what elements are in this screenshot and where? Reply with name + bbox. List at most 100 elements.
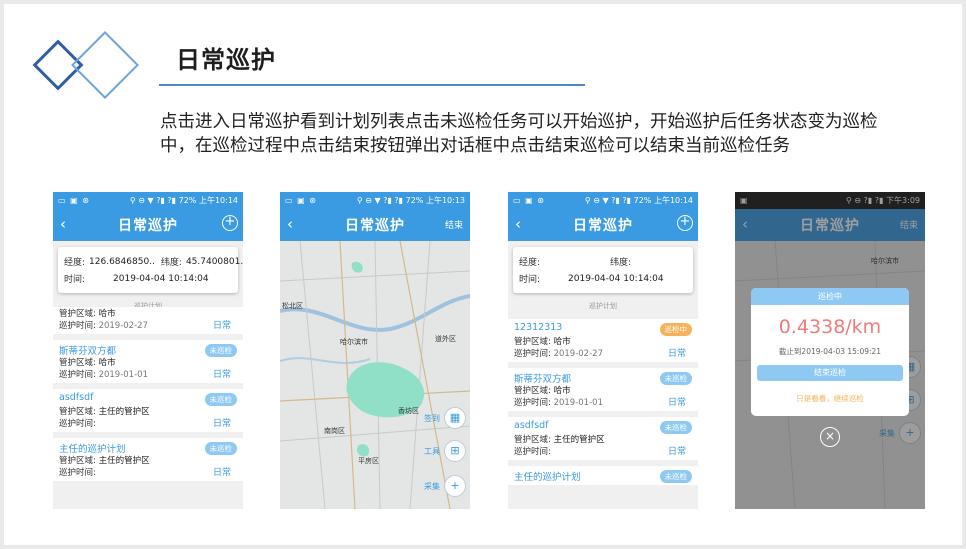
time-value: 2019-02-27 (98, 321, 148, 331)
location-info-card: 经度: 纬度: 时间: 2019-04-04 10:14:04 (513, 247, 693, 293)
plan-type: 日常 (212, 321, 231, 331)
map-label: 松北区 (282, 301, 303, 310)
time-row: 时间: 2019-04-04 10:14:04 (519, 270, 687, 287)
patrol-dialog: 巡检中 0.4338/km 截止到2019-04-03 15:09:21 结束巡… (751, 288, 909, 416)
status-badge: 未巡检 (204, 393, 237, 406)
description-text: 点击进入日常巡护看到计划列表点击未巡检任务可以开始巡护，开始巡护后任务状态变为巡… (160, 112, 878, 156)
lat-value: 45.7400801.. (185, 256, 243, 267)
plan-card[interactable]: 12312313 巡检中 管护区域: 哈市 巡护时间: 2019-02-27 日… (508, 319, 698, 362)
calendar-icon[interactable]: ▦ (444, 407, 466, 429)
area-value: 哈市 (98, 309, 116, 319)
plan-type: 日常 (667, 349, 686, 359)
map-view[interactable]: 松北区 哈尔滨市 道外区 香坊区 南岗区 平房区 签到 ▦ 工具 ⊞ 采集 + (280, 241, 470, 509)
area-value: 哈市 (98, 358, 116, 368)
app-title: 日常巡护 (573, 218, 633, 234)
back-arrow-icon[interactable]: ‹ (287, 215, 293, 233)
status-bar: ▭ ▣ ⊛ ⚲ ⊖ ▼ ?▮ ?▮ 72% 上午10:14 (53, 192, 243, 209)
time-label: 时间: (64, 275, 86, 285)
dialog-title: 巡检中 (751, 288, 909, 305)
time-value: 2019-01-01 (553, 398, 603, 408)
status-bar: ▭ ▣ ⊛ ⚲ ⊖ ▼ ?▮ ?▮ 72% 上午10:14 (508, 192, 698, 209)
lat-label: 纬度: (160, 258, 182, 268)
time-label: 巡护时间: (59, 419, 96, 429)
area-label: 管护区域: (59, 358, 96, 368)
status-icons-right: ⚲ ⊖ ▼ ?▮ ?▮ 72% 上午10:14 (584, 196, 693, 205)
plan-card[interactable]: 斯蒂芬双方都 未巡检 管护区域: 哈市 巡护时间: 2019-01-01 日常 (508, 368, 698, 411)
phone-screen-plan-list: ▭ ▣ ⊛ ⚲ ⊖ ▼ ?▮ ?▮ 72% 上午10:14 ‹ 日常巡护 + 经… (53, 192, 243, 509)
decor-diamond-light (71, 31, 139, 99)
status-badge: 未巡检 (659, 470, 692, 483)
end-patrol-button[interactable]: 结束巡检 (757, 365, 903, 381)
plan-type: 日常 (212, 370, 231, 380)
plan-type: 日常 (212, 468, 231, 478)
time-value: 2019-04-04 10:14:04 (113, 273, 209, 284)
status-badge: 未巡检 (204, 344, 237, 357)
continue-patrol-link[interactable]: 只是看看，继续巡检 (751, 393, 909, 404)
time-label: 巡护时间: (59, 370, 96, 380)
time-label: 时间: (519, 275, 541, 285)
tool-label: 工具 (424, 447, 440, 456)
until-time: 截止到2019-04-03 15:09:21 (778, 347, 882, 356)
app-title: 日常巡护 (345, 218, 405, 234)
area-value: 主任的管护区 (553, 435, 605, 445)
status-badge: 未巡检 (659, 421, 692, 434)
area-label: 管护区域: (59, 456, 96, 466)
close-icon[interactable]: × (820, 427, 840, 447)
time-label: 巡护时间: (514, 447, 551, 457)
map-label: 南岗区 (324, 426, 345, 435)
area-label: 管护区域: (514, 337, 551, 347)
lat-label: 纬度: (610, 258, 632, 268)
plan-card[interactable]: 管护区域: 哈市 巡护时间: 2019-02-27 日常 (53, 307, 243, 334)
status-badge: 未巡检 (204, 442, 237, 455)
coords-row: 经度: 纬度: (519, 253, 687, 270)
sign-in-label: 签到 (424, 414, 440, 423)
plan-card[interactable]: 主任的巡护计划 未巡检 (508, 466, 698, 485)
add-plus-icon[interactable]: + (677, 215, 693, 231)
plan-list-header: 巡护计划 (589, 302, 617, 310)
time-label: 巡护时间: (514, 349, 551, 359)
time-value: 2019-01-01 (98, 370, 148, 380)
add-plus-icon[interactable]: + (222, 215, 238, 231)
plan-card[interactable]: 斯蒂芬双方都 未巡检 管护区域: 哈市 巡护时间: 2019-01-01 日常 (53, 340, 243, 383)
back-arrow-icon[interactable]: ‹ (515, 215, 521, 233)
app-bar: ‹ 日常巡护 结束 (280, 209, 470, 241)
lon-label: 经度: (519, 258, 541, 268)
time-label: 巡护时间: (514, 398, 551, 408)
area-label: 管护区域: (59, 407, 96, 417)
status-icons-left: ▭ ▣ ⊛ (513, 196, 545, 205)
plan-type: 日常 (667, 398, 686, 408)
area-value: 主任的管护区 (98, 456, 150, 466)
status-icons-left: ▭ ▣ ⊛ (58, 196, 90, 205)
status-icons-right: ⚲ ⊖ ▼ ?▮ ?▮ 72% 上午10:13 (356, 196, 465, 205)
plan-card[interactable]: asdfsdf 未巡检 管护区域: 主任的管护区 巡护时间: 日常 (53, 389, 243, 432)
time-label: 巡护时间: (59, 468, 96, 478)
plan-card[interactable]: 主任的巡护计划 未巡检 管护区域: 主任的管护区 巡护时间: 日常 (53, 438, 243, 481)
coords-row: 经度: 126.6846850.. 纬度: 45.7400801.. (64, 253, 243, 270)
area-label: 管护区域: (59, 309, 96, 319)
app-bar: ‹ 日常巡护 + (508, 209, 698, 241)
time-value: 2019-02-27 (553, 349, 603, 359)
map-graphic: 松北区 哈尔滨市 道外区 香坊区 南岗区 平房区 (280, 241, 470, 509)
lon-label: 经度: (64, 258, 86, 268)
time-value: 2019-04-04 10:14:04 (568, 273, 664, 284)
time-label: 巡护时间: (59, 321, 96, 331)
phone-screen-plan-list-active: ▭ ▣ ⊛ ⚲ ⊖ ▼ ?▮ ?▮ 72% 上午10:14 ‹ 日常巡护 + 经… (508, 192, 698, 509)
tools-grid-icon[interactable]: ⊞ (444, 440, 466, 462)
map-label: 道外区 (435, 334, 456, 343)
area-value: 主任的管护区 (98, 407, 150, 417)
map-label: 香坊区 (398, 406, 419, 415)
location-info-card: 经度: 126.6846850.. 纬度: 45.7400801.. 时间: 2… (58, 247, 243, 293)
phone-screen-map: ▭ ▣ ⊛ ⚲ ⊖ ▼ ?▮ ?▮ 72% 上午10:13 ‹ 日常巡护 结束 … (280, 192, 470, 509)
status-icons-left: ▭ ▣ ⊛ (285, 196, 317, 205)
back-arrow-icon[interactable]: ‹ (60, 215, 66, 233)
end-button[interactable]: 结束 (445, 218, 463, 231)
plan-type: 日常 (667, 447, 686, 457)
collect-label: 采集 (424, 482, 440, 491)
area-label: 管护区域: (514, 386, 551, 396)
area-label: 管护区域: (514, 435, 551, 445)
plan-card[interactable]: asdfsdf 未巡检 管护区域: 主任的管护区 巡护时间: 日常 (508, 417, 698, 460)
app-bar: ‹ 日常巡护 + (53, 209, 243, 241)
add-collect-icon[interactable]: + (444, 475, 466, 497)
page-title: 日常巡护 (176, 46, 276, 74)
time-row: 时间: 2019-04-04 10:14:04 (64, 270, 232, 287)
